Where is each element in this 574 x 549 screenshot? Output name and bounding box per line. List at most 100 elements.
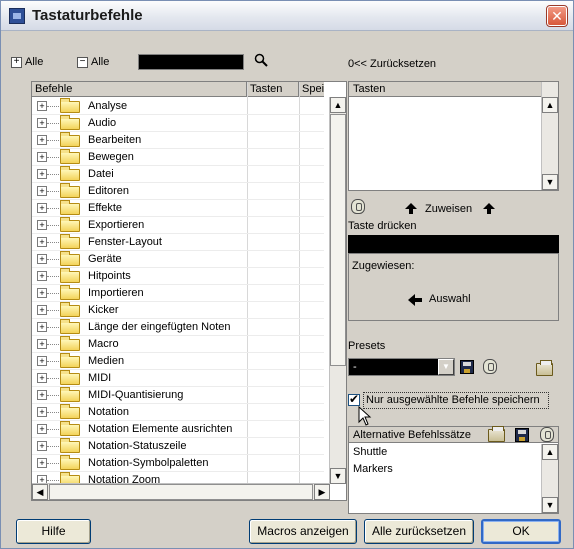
tree-row[interactable]: + Analyse: [32, 98, 324, 115]
help-button[interactable]: Hilfe: [16, 519, 91, 544]
list-item[interactable]: Markers: [349, 461, 543, 478]
scroll-left-button[interactable]: ◀: [32, 484, 48, 500]
tree-row[interactable]: + Hitpoints: [32, 268, 324, 285]
alternative-sets-scrollbar[interactable]: ▲ ▼: [541, 444, 558, 513]
tree-row[interactable]: + Notation-Symbolpaletten: [32, 455, 324, 472]
save-selected-checkbox[interactable]: [348, 392, 360, 406]
tree-row[interactable]: + Exportieren: [32, 217, 324, 234]
tree-row[interactable]: + Editoren: [32, 183, 324, 200]
tree-row-label: Editoren: [88, 185, 129, 197]
tree-row[interactable]: + Importieren: [32, 285, 324, 302]
folder-icon: [60, 115, 80, 130]
tree-row-label: MIDI: [88, 372, 112, 384]
scroll-down-button[interactable]: ▼: [330, 468, 346, 484]
expand-node-icon[interactable]: +: [37, 390, 47, 400]
search-input[interactable]: [138, 54, 244, 70]
reset-button[interactable]: 0<< Zurücksetzen: [348, 58, 436, 70]
expand-node-icon[interactable]: +: [37, 101, 47, 111]
expand-node-icon[interactable]: +: [37, 135, 47, 145]
expand-node-icon[interactable]: +: [37, 152, 47, 162]
scroll-down-button[interactable]: ▼: [542, 174, 558, 190]
collapse-all-icon[interactable]: −: [77, 57, 88, 68]
expand-all-label[interactable]: Alle: [25, 56, 43, 68]
remove-key-icon[interactable]: [351, 199, 365, 214]
hscroll-thumb[interactable]: [49, 484, 313, 500]
tree-row[interactable]: + Notation-Statuszeile: [32, 438, 324, 455]
remove-preset-icon[interactable]: [483, 359, 497, 374]
save-selected-label[interactable]: Nur ausgewählte Befehle speichern: [366, 394, 540, 406]
expand-node-icon[interactable]: +: [37, 373, 47, 383]
save-preset-icon[interactable]: [460, 360, 474, 374]
arrow-up-icon: [405, 203, 417, 214]
tree-row[interactable]: + Bearbeiten: [32, 132, 324, 149]
expand-node-icon[interactable]: +: [37, 118, 47, 128]
show-macros-button[interactable]: Macros anzeigen: [249, 519, 357, 544]
commands-list: + Analyse + Audio + Bearbeiten + Bewegen + Datei +…: [32, 98, 324, 484]
tree-row[interactable]: + MIDI-Quantisierung: [32, 387, 324, 404]
key-press-field[interactable]: [348, 235, 559, 253]
expand-node-icon[interactable]: +: [37, 203, 47, 213]
close-button[interactable]: ✕: [546, 5, 568, 27]
reset-all-button[interactable]: Alle zurücksetzen: [364, 519, 474, 544]
tree-row[interactable]: + Macro: [32, 336, 324, 353]
tree-row-label: Datei: [88, 168, 114, 180]
expand-node-icon[interactable]: +: [37, 186, 47, 196]
tree-row[interactable]: + Länge der eingefügten Noten: [32, 319, 324, 336]
tree-row[interactable]: + Bewegen: [32, 149, 324, 166]
expand-node-icon[interactable]: +: [37, 288, 47, 298]
presets-select[interactable]: - ▼: [348, 358, 455, 376]
expand-node-icon[interactable]: +: [37, 339, 47, 349]
select-button[interactable]: Auswahl: [429, 293, 471, 305]
scroll-right-button[interactable]: ▶: [314, 484, 330, 500]
tree-row[interactable]: + MIDI: [32, 370, 324, 387]
expand-all-icon[interactable]: +: [11, 57, 22, 68]
list-item[interactable]: Shuttle: [349, 444, 543, 461]
tree-row[interactable]: + Fenster-Layout: [32, 234, 324, 251]
expand-node-icon[interactable]: +: [37, 424, 47, 434]
assign-button[interactable]: Zuweisen: [425, 203, 472, 215]
scroll-up-button[interactable]: ▲: [542, 444, 558, 460]
open-set-icon[interactable]: [488, 426, 505, 442]
tree-row[interactable]: + Medien: [32, 353, 324, 370]
scroll-thumb[interactable]: [330, 114, 346, 366]
keys-scrollbar[interactable]: ▲ ▼: [541, 82, 558, 190]
folder-icon: [60, 336, 80, 351]
expand-node-icon[interactable]: +: [37, 322, 47, 332]
expand-node-icon[interactable]: +: [37, 220, 47, 230]
tree-row-label: MIDI-Quantisierung: [88, 389, 184, 401]
tree-row[interactable]: + Notation: [32, 404, 324, 421]
open-preset-icon[interactable]: [536, 360, 553, 376]
search-icon[interactable]: [254, 53, 268, 67]
expand-node-icon[interactable]: +: [37, 441, 47, 451]
expand-node-icon[interactable]: +: [37, 169, 47, 179]
column-commands[interactable]: Befehle: [32, 82, 247, 97]
commands-vertical-scrollbar[interactable]: ▲ ▼: [329, 97, 346, 484]
expand-node-icon[interactable]: +: [37, 305, 47, 315]
tree-row[interactable]: + Kicker: [32, 302, 324, 319]
remove-set-icon[interactable]: [540, 427, 554, 442]
tree-row[interactable]: + Notation Elemente ausrichten: [32, 421, 324, 438]
tree-row[interactable]: + Geräte: [32, 251, 324, 268]
expand-node-icon[interactable]: +: [37, 271, 47, 281]
collapse-all-label[interactable]: Alle: [91, 56, 109, 68]
tree-row[interactable]: + Audio: [32, 115, 324, 132]
keys-list[interactable]: Tasten ▲ ▼: [348, 81, 559, 191]
expand-node-icon[interactable]: +: [37, 407, 47, 417]
tree-row[interactable]: + Effekte: [32, 200, 324, 217]
scroll-down-button[interactable]: ▼: [542, 497, 558, 513]
expand-node-icon[interactable]: +: [37, 458, 47, 468]
tree-row[interactable]: + Datei: [32, 166, 324, 183]
column-keys[interactable]: Tasten: [247, 82, 299, 97]
tree-connector: [47, 191, 59, 192]
expand-node-icon[interactable]: +: [37, 254, 47, 264]
dropdown-arrow-icon[interactable]: ▼: [438, 359, 454, 375]
column-save[interactable]: Speich: [299, 82, 324, 97]
expand-node-icon[interactable]: +: [37, 237, 47, 247]
tree-connector: [47, 395, 59, 396]
expand-node-icon[interactable]: +: [37, 356, 47, 366]
save-set-icon[interactable]: [515, 428, 529, 442]
scroll-up-button[interactable]: ▲: [542, 97, 558, 113]
ok-button[interactable]: OK: [481, 519, 561, 544]
scroll-up-button[interactable]: ▲: [330, 97, 346, 113]
commands-horizontal-scrollbar[interactable]: ◀ ▶: [32, 483, 330, 500]
